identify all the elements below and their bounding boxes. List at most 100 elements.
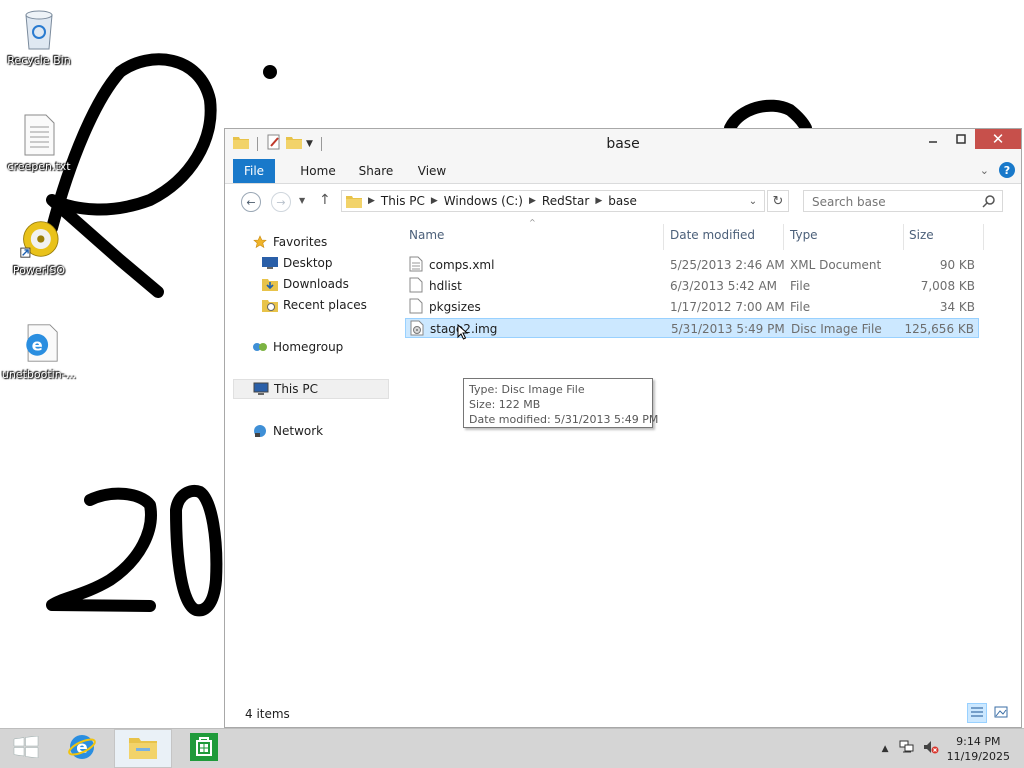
search-box[interactable] (803, 190, 1003, 212)
close-button[interactable]: ✕ (975, 129, 1021, 149)
tooltip-size: Size: 122 MB (469, 398, 541, 411)
nav-label: Homegroup (273, 340, 344, 354)
breadcrumb-windows-c[interactable]: Windows (C:) (440, 194, 527, 208)
nav-item-recent-places[interactable]: Recent places (261, 295, 367, 315)
forward-arrow-icon: → (276, 195, 286, 209)
breadcrumb-this-pc[interactable]: This PC (377, 194, 429, 208)
close-icon: ✕ (991, 130, 1005, 148)
start-button[interactable] (4, 729, 48, 768)
generic-file-icon (409, 277, 423, 296)
desktop-icon (261, 255, 279, 271)
poweriso-icon (19, 216, 59, 262)
column-separator[interactable] (983, 224, 984, 250)
expand-ribbon-icon[interactable]: ⌄ (980, 164, 989, 177)
volume-muted-icon[interactable] (923, 740, 939, 757)
tooltip-type: Type: Disc Image File (469, 383, 585, 396)
explorer-window: ▼ base ✕ File Home Share View ⌄ ? ← → ▼ … (224, 128, 1022, 728)
network-status-icon[interactable] (899, 740, 915, 757)
network-icon (251, 423, 269, 439)
file-row-hdlist[interactable]: hdlist 6/3/2013 5:42 AM File 7,008 KB (405, 276, 979, 296)
desktop-icon-label: Recycle Bin (7, 54, 71, 67)
file-row-comps-xml[interactable]: comps.xml 5/25/2013 2:46 AM XML Document… (405, 255, 979, 275)
address-bar[interactable]: ▶ This PC ▶ Windows (C:) ▶ RedStar ▶ bas… (341, 190, 765, 212)
file-date: 1/17/2012 7:00 AM (670, 300, 785, 314)
tab-home[interactable]: Home (291, 159, 345, 183)
taskbar-internet-explorer[interactable]: e (58, 729, 106, 768)
taskbar-store[interactable] (180, 729, 228, 768)
tab-view[interactable]: View (405, 159, 459, 183)
item-count: 4 items (245, 707, 290, 721)
sort-indicator-icon: ^ (529, 218, 536, 227)
minimize-button[interactable] (919, 129, 947, 149)
internet-explorer-icon: e (67, 732, 97, 765)
desktop-icon-label: PowerISO (12, 264, 66, 277)
homegroup-icon (251, 339, 269, 355)
details-view-icon (970, 706, 984, 721)
desktop-icon-creepen-txt[interactable]: creepen.txt (1, 112, 77, 173)
search-icon[interactable] (982, 194, 996, 211)
back-button[interactable]: ← (241, 192, 261, 212)
file-size: 90 KB (939, 258, 975, 272)
nav-item-downloads[interactable]: Downloads (261, 274, 349, 294)
show-hidden-icons-icon[interactable]: ▲ (882, 744, 889, 754)
clock-time: 9:14 PM (956, 734, 1001, 748)
tab-share[interactable]: Share (349, 159, 403, 183)
maximize-button[interactable] (947, 129, 975, 149)
chevron-right-icon[interactable]: ▶ (593, 196, 604, 206)
desktop-icon-poweriso[interactable]: PowerISO (1, 216, 77, 277)
taskbar-file-explorer[interactable] (114, 729, 172, 768)
chevron-right-icon[interactable]: ▶ (527, 196, 538, 206)
file-size: 7,008 KB (920, 279, 975, 293)
clock[interactable]: 9:14 PM 11/19/2025 (947, 734, 1010, 764)
ribbon-right: ⌄ ? (980, 162, 1015, 178)
mouse-cursor-icon (457, 323, 469, 343)
breadcrumb-redstar[interactable]: RedStar (538, 194, 593, 208)
store-icon (189, 732, 219, 765)
xml-file-icon (409, 256, 423, 275)
nav-label: Downloads (283, 277, 349, 291)
column-header-type[interactable]: Type (790, 228, 818, 242)
forward-button[interactable]: → (271, 192, 291, 212)
search-input[interactable] (810, 192, 974, 212)
nav-item-network[interactable]: Network (251, 421, 323, 441)
title-bar[interactable]: ▼ base ✕ (225, 129, 1021, 159)
file-name: hdlist (429, 279, 462, 293)
up-arrow-icon[interactable]: ↑ (319, 192, 331, 208)
file-date: 6/3/2013 5:42 AM (670, 279, 778, 293)
ribbon-tabs: File Home Share View ⌄ ? (225, 159, 1021, 184)
desktop-icon-recycle-bin[interactable]: Recycle Bin (1, 6, 77, 67)
nav-item-desktop[interactable]: Desktop (261, 253, 333, 273)
column-header-size[interactable]: Size (909, 228, 934, 242)
column-separator[interactable] (903, 224, 904, 250)
column-separator[interactable] (783, 224, 784, 250)
window-controls: ✕ (919, 129, 1021, 149)
recycle-bin-icon (19, 6, 59, 52)
chevron-right-icon[interactable]: ▶ (429, 196, 440, 206)
file-date: 5/25/2013 2:46 AM (670, 258, 785, 272)
clock-date: 11/19/2025 (946, 749, 1010, 763)
breadcrumb-base[interactable]: base (604, 194, 641, 208)
windows-logo-icon (13, 735, 39, 761)
column-header-date[interactable]: Date modified (670, 228, 755, 242)
recent-locations-icon[interactable]: ▼ (299, 196, 305, 205)
file-row-stage2-img[interactable]: stage2.img 5/31/2013 5:49 PM Disc Image … (405, 318, 979, 338)
tab-file[interactable]: File (233, 159, 275, 183)
help-icon[interactable]: ? (999, 162, 1015, 178)
nav-item-this-pc[interactable]: This PC (233, 379, 389, 399)
file-type: File (790, 300, 811, 314)
refresh-button[interactable]: ↻ (767, 190, 789, 212)
column-separator[interactable] (663, 224, 664, 250)
desktop-icon-unetbootin[interactable]: e unetbootin-... (1, 320, 77, 381)
nav-item-favorites[interactable]: Favorites (251, 232, 327, 252)
details-view-button[interactable] (967, 703, 987, 723)
chevron-right-icon[interactable]: ▶ (366, 196, 377, 206)
address-dropdown-icon[interactable]: ⌄ (742, 191, 764, 211)
file-size: 125,656 KB (904, 322, 974, 336)
large-icons-view-icon (994, 706, 1008, 721)
column-header-name[interactable]: Name (409, 228, 444, 242)
nav-item-homegroup[interactable]: Homegroup (251, 337, 343, 357)
large-icons-view-button[interactable] (991, 703, 1011, 723)
file-row-pkgsizes[interactable]: pkgsizes 1/17/2012 7:00 AM File 34 KB (405, 297, 979, 317)
file-name: comps.xml (429, 258, 495, 272)
desktop-icon-label: unetbootin-... (1, 368, 77, 381)
